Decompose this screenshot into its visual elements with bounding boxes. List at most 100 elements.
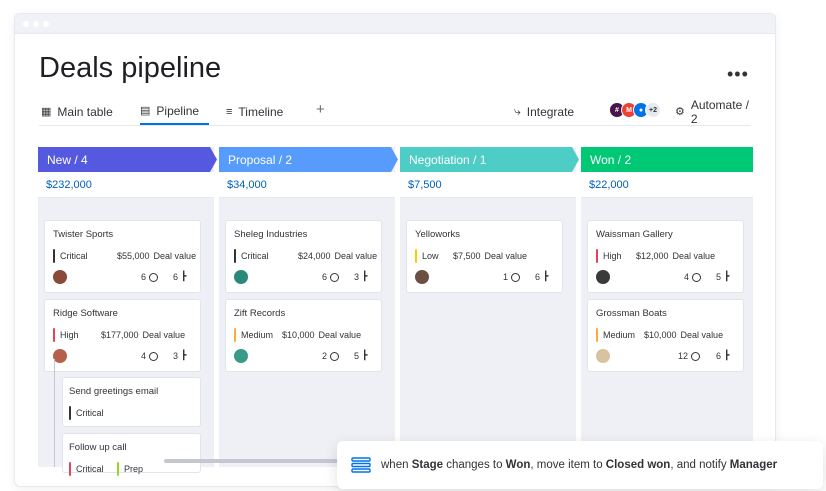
column-header[interactable]: Proposal / 2 <box>219 147 398 172</box>
automate-button[interactable]: ⚙ Automate / 2 <box>675 97 751 126</box>
integrate-label: Integrate <box>526 104 575 119</box>
priority-tag[interactable]: Critical <box>69 461 104 476</box>
add-view-button[interactable]: + <box>316 101 325 118</box>
priority-tag[interactable]: High <box>53 327 79 342</box>
deal-label: Deal value <box>680 329 724 340</box>
column-new: New / 4 $232,000 Twister Sports Critical… <box>38 147 217 476</box>
deal-card[interactable]: Twister Sports Critical $55,000 Deal valu… <box>44 220 201 293</box>
subitem-card[interactable]: Send greetings email Critical <box>62 377 201 427</box>
avatar[interactable] <box>53 349 67 363</box>
comments-count[interactable]: 6 <box>322 272 340 282</box>
card-footer: 12 6 ┣ <box>596 349 735 365</box>
card-title: Waissman Gallery <box>596 229 673 240</box>
automate-label: Automate / 2 <box>690 97 749 126</box>
subitems-value: 6 <box>535 272 541 282</box>
priority-label: Low <box>422 250 439 261</box>
priority-tag[interactable]: Medium <box>596 327 635 342</box>
subitems-count[interactable]: 6 ┣ <box>173 272 186 282</box>
priority-bar <box>234 327 236 342</box>
subitem-card[interactable]: Follow up call Critical Prep <box>62 433 201 476</box>
chat-icon <box>691 351 701 361</box>
priority-tag[interactable]: High <box>596 248 622 263</box>
subitems-count[interactable]: 5 ┣ <box>354 351 367 361</box>
tab-label: Timeline <box>238 104 284 119</box>
deal-label: Deal value <box>142 329 186 340</box>
stage-label: Prep <box>124 463 144 474</box>
priority-label: Critical <box>76 463 104 474</box>
subitems-value: 6 <box>173 272 179 282</box>
column-header[interactable]: New / 4 <box>38 147 217 172</box>
deal-amount: $7,500 <box>453 250 481 261</box>
comments-value: 12 <box>678 351 689 361</box>
comments-count[interactable]: 2 <box>322 351 340 361</box>
avatar[interactable] <box>596 349 610 363</box>
subitems-count[interactable]: 3 ┣ <box>354 272 367 282</box>
tab-main-table[interactable]: ▦ Main table <box>41 98 113 125</box>
card-footer: 2 5 ┣ <box>234 349 373 365</box>
comments-count[interactable]: 6 <box>141 272 159 282</box>
column-title: Won / 2 <box>590 152 632 167</box>
avatar[interactable] <box>415 270 429 284</box>
deal-card[interactable]: Sheleg Industries Critical $24,000 Deal v… <box>225 220 382 293</box>
recipe-text: changes to <box>443 459 506 471</box>
deal-card[interactable]: Ridge Software High $177,000 Deal value 4… <box>44 299 201 372</box>
avatar[interactable] <box>53 270 67 284</box>
recipe-text: , move item to <box>530 459 606 471</box>
avatar[interactable] <box>234 349 248 363</box>
deal-amount: $12,000 <box>636 250 669 261</box>
column-header[interactable]: Negotiation / 1 <box>400 147 579 172</box>
subitems-icon: ┣ <box>724 351 730 361</box>
chat-icon <box>330 272 340 282</box>
avatar[interactable] <box>596 270 610 284</box>
column-header[interactable]: Won / 2 <box>581 147 753 172</box>
deal-amount: $24,000 <box>298 250 331 261</box>
card-title: Grossman Boats <box>596 308 667 319</box>
priority-tag[interactable]: Critical <box>69 405 104 420</box>
automation-recipe[interactable]: when Stage changes to Won, move item to … <box>337 441 823 489</box>
deal-card[interactable]: Grossman Boats Medium $10,000 Deal value … <box>587 299 744 372</box>
subitems-count[interactable]: 6 ┣ <box>535 272 548 282</box>
tab-timeline[interactable]: ≡ Timeline <box>226 98 283 125</box>
comments-count[interactable]: 12 <box>678 351 701 361</box>
integration-apps[interactable]: # M ● +2 <box>609 102 661 118</box>
priority-tag[interactable]: Critical <box>53 248 88 263</box>
comments-count[interactable]: 1 <box>503 272 521 282</box>
chat-icon <box>511 272 521 282</box>
deal-amount: $55,000 <box>117 250 150 261</box>
priority-tag[interactable]: Low <box>415 248 439 263</box>
avatar[interactable] <box>234 270 248 284</box>
window-dot <box>33 21 39 27</box>
tab-pipeline[interactable]: ▤ Pipeline <box>140 98 210 125</box>
comments-count[interactable]: 4 <box>684 272 702 282</box>
horizontal-scrollbar[interactable] <box>164 459 344 463</box>
stage-bar <box>117 461 119 476</box>
subitems-count[interactable]: 3 ┣ <box>173 351 186 361</box>
deal-label: Deal value <box>672 250 716 261</box>
priority-label: Medium <box>241 329 274 340</box>
column-title: New / 4 <box>47 152 88 167</box>
comments-count[interactable]: 4 <box>141 351 159 361</box>
card-title: Ridge Software <box>53 308 118 319</box>
subitems-count[interactable]: 5 ┣ <box>716 272 729 282</box>
subitems-count[interactable]: 6 ┣ <box>716 351 729 361</box>
recipe-text: , and notify <box>670 459 730 471</box>
priority-tag[interactable]: Medium <box>234 327 273 342</box>
more-options-button[interactable]: ••• <box>727 65 749 83</box>
stage-tag[interactable]: Prep <box>117 461 143 476</box>
deal-value: $55,000 Deal value <box>117 248 196 263</box>
deal-amount: $10,000 <box>282 329 315 340</box>
integrate-icon: ⤷ <box>514 104 521 118</box>
subitems-icon: ┣ <box>543 272 549 282</box>
table-icon: ▦ <box>41 106 52 118</box>
subitems-value: 6 <box>716 351 722 361</box>
subitems-icon: ┣ <box>362 272 368 282</box>
priority-tag[interactable]: Critical <box>234 248 269 263</box>
deal-card[interactable]: Waissman Gallery High $12,000 Deal value … <box>587 220 744 293</box>
deal-card[interactable]: Yelloworks Low $7,500 Deal value 1 6 ┣ <box>406 220 563 293</box>
column-proposal: Proposal / 2 $34,000 Sheleg Industries C… <box>219 147 398 467</box>
card-title: Zift Records <box>234 308 286 319</box>
integrate-button[interactable]: ⤷ Integrate <box>514 98 574 125</box>
priority-label: Critical <box>241 250 269 261</box>
deal-card[interactable]: Zift Records Medium $10,000 Deal value 2 … <box>225 299 382 372</box>
deal-label: Deal value <box>318 329 362 340</box>
